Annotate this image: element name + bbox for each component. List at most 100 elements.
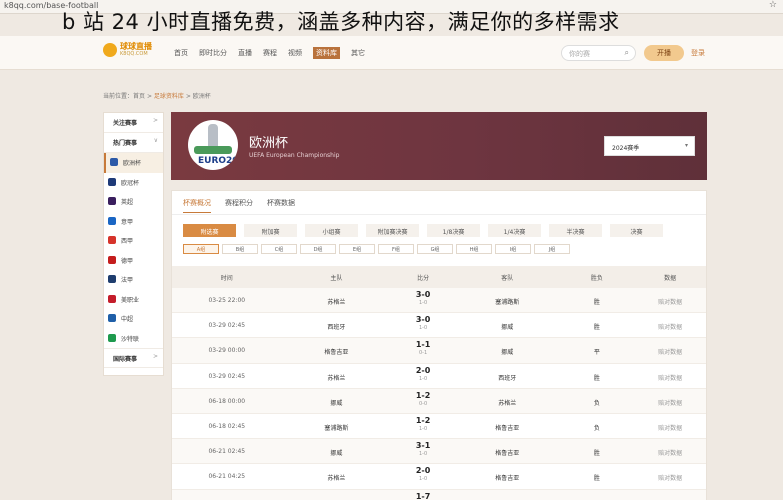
sidebar-item[interactable]: 欧冠杯: [104, 173, 163, 193]
stage-button[interactable]: 附选赛: [183, 224, 236, 237]
chevron-right-icon: >: [152, 117, 158, 124]
sidebar-item-label: 德甲: [121, 257, 134, 265]
away-team[interactable]: 格鲁吉亚: [455, 464, 560, 488]
match-time: 03-29 02:45: [208, 322, 246, 330]
stage-button[interactable]: 1/4决赛: [488, 224, 541, 237]
login-link[interactable]: 登录: [691, 48, 705, 58]
star-icon[interactable]: ☆: [769, 0, 777, 10]
odds-data-link[interactable]: 赔对数据: [634, 414, 706, 438]
stage-button[interactable]: 半决赛: [549, 224, 602, 237]
away-team[interactable]: 格鲁吉亚: [455, 439, 560, 463]
table-row[interactable]: 03-29 02:45 苏格兰 2-0 1-0 西班牙胜赔对数据: [172, 364, 706, 389]
odds-data-link[interactable]: 赔对数据: [634, 338, 706, 362]
sidebar-item[interactable]: 沙特联: [104, 329, 163, 349]
odds-data-link[interactable]: 赔对数据: [634, 389, 706, 413]
odds-data-link[interactable]: 赔对数据: [634, 288, 706, 312]
stage-button[interactable]: 附加赛: [244, 224, 297, 237]
home-team[interactable]: 西班牙: [282, 313, 392, 337]
group-button[interactable]: J组: [534, 244, 570, 254]
group-button[interactable]: H组: [456, 244, 492, 254]
sidebar-item[interactable]: 西甲: [104, 231, 163, 251]
home-team[interactable]: 苏格兰: [282, 364, 392, 388]
away-team[interactable]: 格鲁吉亚: [455, 414, 560, 438]
nav-link[interactable]: 即时比分: [199, 48, 227, 59]
column-header: 主队: [330, 275, 343, 282]
group-button[interactable]: D组: [300, 244, 336, 254]
odds-data-link[interactable]: 赔对数据: [634, 464, 706, 488]
nav-link[interactable]: 直播: [238, 48, 252, 59]
away-team[interactable]: 塞浦路斯: [455, 288, 560, 312]
away-team[interactable]: 挪威: [455, 338, 560, 362]
home-team[interactable]: 格鲁吉亚: [282, 338, 392, 362]
league-logo-icon: [108, 314, 116, 322]
odds-data-link[interactable]: 赔对数据: [634, 364, 706, 388]
group-button[interactable]: B组: [222, 244, 258, 254]
half-time-score: 0-1: [418, 350, 428, 357]
group-button[interactable]: F组: [378, 244, 414, 254]
nav-link[interactable]: 赛程: [263, 48, 277, 59]
table-row[interactable]: 06-21 02:45 挪威 3-1 1-0 格鲁吉亚胜赔对数据: [172, 439, 706, 465]
group-button[interactable]: I组: [495, 244, 531, 254]
table-row[interactable]: 03-29 02:45 西班牙 3-0 1-0 挪威胜赔对数据: [172, 313, 706, 339]
breadcrumb-section[interactable]: 足球资料库: [154, 93, 184, 100]
sidebar-item[interactable]: 德甲: [104, 251, 163, 271]
table-row[interactable]: 06-18 00:00 挪威 1-2 0-0 苏格兰负赔对数据: [172, 388, 706, 414]
sidebar-item-label: 英超: [121, 199, 134, 206]
sidebar-section-international[interactable]: 国际赛事 >: [104, 348, 163, 368]
odds-data-link[interactable]: [634, 490, 706, 500]
odds-data-link[interactable]: 赔对数据: [634, 439, 706, 463]
breadcrumb-home[interactable]: 首页: [133, 93, 145, 100]
stage-button[interactable]: 1/8决赛: [427, 224, 480, 237]
nav-link[interactable]: 首页: [174, 48, 188, 59]
group-button[interactable]: A组: [183, 244, 219, 254]
full-time-score: 1-2: [415, 390, 431, 400]
season-select[interactable]: 2024赛季 ▾: [604, 136, 695, 156]
table-row[interactable]: 03-29 00:00 格鲁吉亚 1-1 0-1 挪威平赔对数据: [172, 338, 706, 364]
search-icon[interactable]: ⌕: [625, 48, 629, 58]
sidebar-item[interactable]: 英超: [104, 192, 163, 212]
away-team[interactable]: 苏格兰: [455, 389, 560, 413]
home-team[interactable]: 苏格兰: [282, 288, 392, 312]
stage-button[interactable]: 决赛: [610, 224, 663, 237]
table-row[interactable]: 1-7: [172, 489, 706, 500]
nav-link[interactable]: 资料库: [313, 47, 340, 59]
half-time-score: 1-0: [418, 451, 428, 458]
sidebar-item[interactable]: 意甲: [104, 212, 163, 232]
score-cell: 3-0 1-0: [391, 288, 455, 312]
home-team[interactable]: 挪威: [282, 389, 392, 413]
site-logo[interactable]: 球球直播 K8QQ.COM: [103, 43, 152, 57]
away-team[interactable]: 挪威: [455, 313, 560, 337]
home-team[interactable]: 苏格兰: [282, 464, 392, 488]
go-live-button[interactable]: 开播: [644, 45, 684, 61]
match-time: 06-18 00:00: [208, 397, 246, 405]
home-team[interactable]: [282, 490, 392, 500]
nav-link[interactable]: 视频: [288, 48, 302, 59]
odds-data-link[interactable]: 赔对数据: [634, 313, 706, 337]
content-tab[interactable]: 赛程积分: [225, 198, 253, 213]
tab-divider: [172, 214, 706, 215]
nav-link[interactable]: 其它: [351, 48, 365, 59]
sidebar-section-followed[interactable]: 关注赛事 >: [104, 113, 163, 133]
home-team[interactable]: 挪威: [282, 439, 392, 463]
content-tab[interactable]: 杯赛数据: [267, 198, 295, 213]
away-team[interactable]: [455, 490, 560, 500]
home-team[interactable]: 塞浦路斯: [282, 414, 392, 438]
table-row[interactable]: 03-25 22:00 苏格兰 3-0 1-0 塞浦路斯胜赔对数据: [172, 288, 706, 314]
group-button[interactable]: G组: [417, 244, 453, 254]
search-placeholder: 你的赛: [569, 50, 590, 58]
sidebar-item[interactable]: 欧洲杯: [104, 153, 163, 173]
table-row[interactable]: 06-18 02:45 塞浦路斯 1-2 1-0 格鲁吉亚负赔对数据: [172, 414, 706, 440]
group-button[interactable]: E组: [339, 244, 375, 254]
sidebar-section-hot[interactable]: 热门赛事 ∨: [104, 133, 163, 153]
group-button[interactable]: C组: [261, 244, 297, 254]
sidebar-item[interactable]: 法甲: [104, 270, 163, 290]
sidebar-item[interactable]: 美职业: [104, 290, 163, 310]
league-logo-icon: [108, 177, 116, 186]
sidebar-item[interactable]: 中超: [104, 309, 163, 329]
content-tab[interactable]: 杯赛概况: [183, 198, 211, 213]
search-input[interactable]: 你的赛 ⌕: [561, 45, 636, 61]
away-team[interactable]: 西班牙: [455, 364, 560, 388]
stage-button[interactable]: 附加赛决赛: [366, 224, 419, 237]
stage-button[interactable]: 小组赛: [305, 224, 358, 237]
table-row[interactable]: 06-21 04:25 苏格兰 2-0 1-0 格鲁吉亚胜赔对数据: [172, 464, 706, 490]
